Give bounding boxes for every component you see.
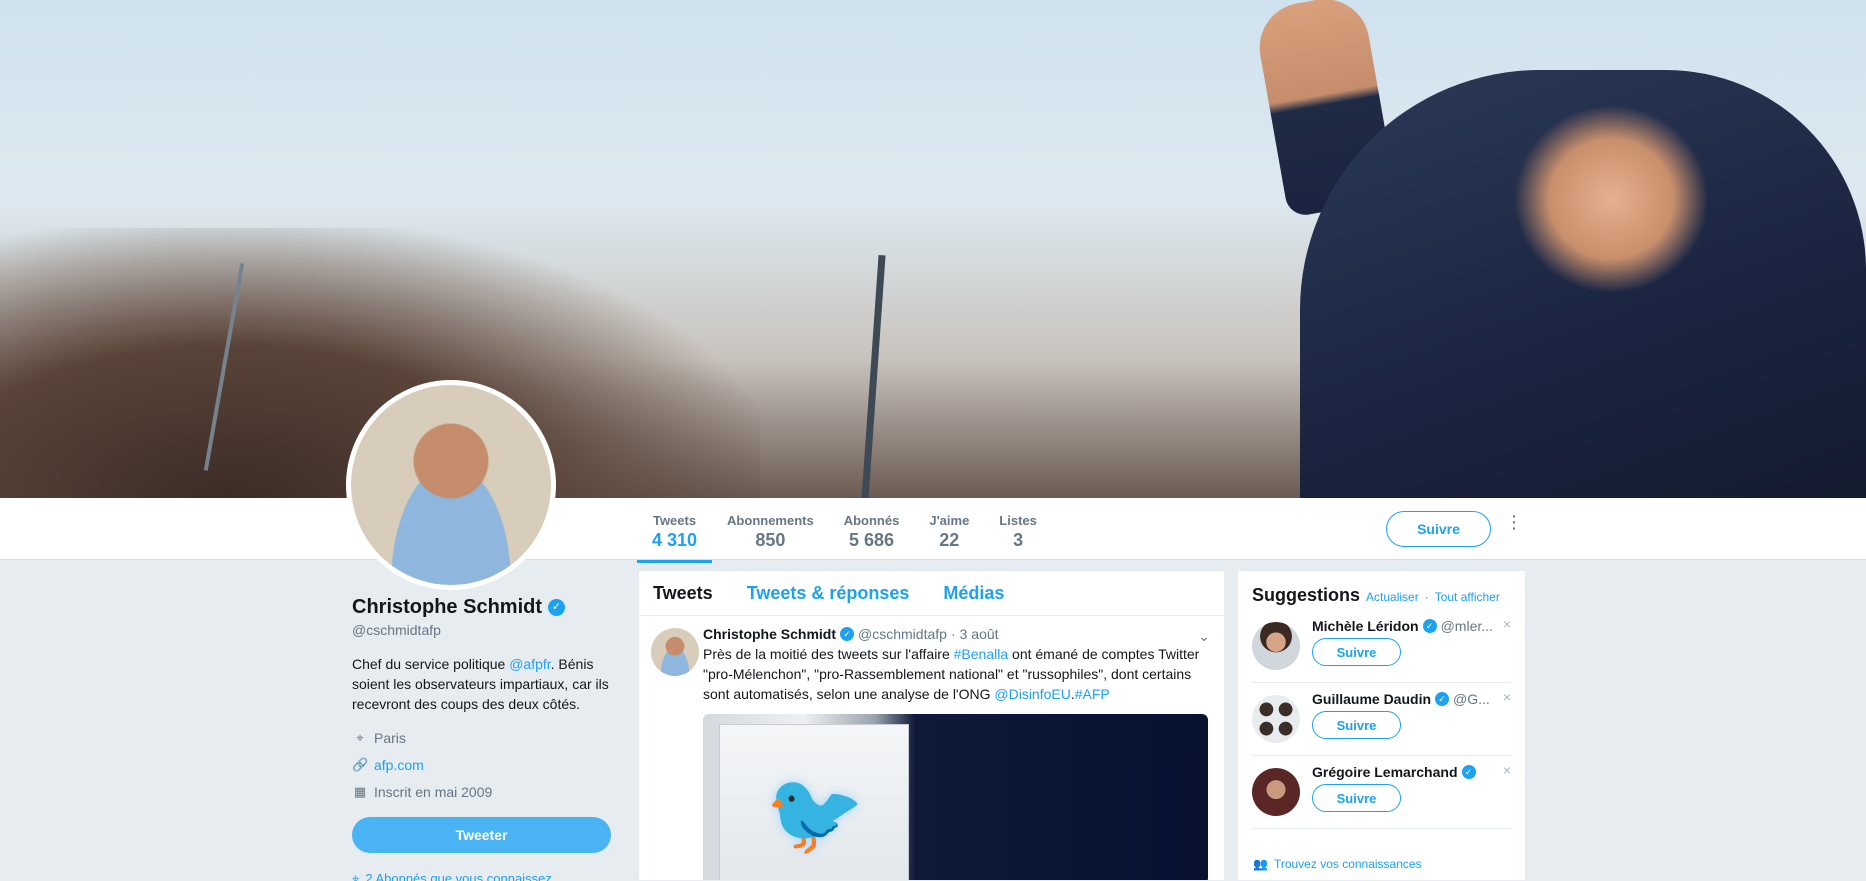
show-all-link[interactable]: Tout afficher <box>1435 590 1500 604</box>
follow-button[interactable]: Suivre <box>1386 511 1491 547</box>
profile-name: Christophe Schmidt <box>352 596 543 618</box>
hashtag-link[interactable]: #AFP <box>1075 686 1110 702</box>
tab-media[interactable]: Médias <box>943 583 1004 603</box>
followers-you-know[interactable]: ⌖ 2 Abonnés que vous connaissez <box>352 871 552 881</box>
verified-icon: ✓ <box>548 599 566 616</box>
close-icon[interactable]: × <box>1503 762 1511 778</box>
tweet-timestamp[interactable]: 3 août <box>960 626 999 642</box>
stat-value: 4 310 <box>652 530 698 550</box>
verified-icon: ✓ <box>1422 619 1437 633</box>
suggestion-avatar[interactable] <box>1252 768 1300 816</box>
suggestion-name[interactable]: Michèle Léridon <box>1312 618 1419 634</box>
profile-card: Christophe Schmidt ✓ @cschmidtafp Chef d… <box>352 596 622 800</box>
refresh-link[interactable]: Actualiser <box>1366 590 1419 604</box>
close-icon[interactable]: × <box>1503 689 1511 705</box>
suggestions-separator: · <box>1424 590 1429 604</box>
profile-bio: Chef du service politique @afpfr. Bénis … <box>352 654 622 714</box>
verified-icon: ✓ <box>1461 765 1476 779</box>
hashtag-link[interactable]: #Benalla <box>954 646 1009 662</box>
stat-value: 3 <box>1013 530 1024 550</box>
people-icon: 👥 <box>1253 857 1268 871</box>
location-icon: ⌖ <box>356 730 364 745</box>
stat-value: 22 <box>939 530 960 550</box>
find-friends-link[interactable]: 👥 Trouvez vos connaissances <box>1253 857 1422 871</box>
tweet-separator: · <box>950 626 956 642</box>
tweet-author-handle: @cschmidtafp <box>858 626 947 642</box>
suggestion-name-row: Grégoire Lemarchand ✓ <box>1312 764 1502 780</box>
suggestion-name[interactable]: Grégoire Lemarchand <box>1312 764 1458 780</box>
tweet-text-part: Près de la moitié des tweets sur l'affai… <box>703 646 954 662</box>
mention-link[interactable]: @DisinfoEU <box>994 686 1070 702</box>
stat-likes[interactable]: J'aime 22 <box>914 513 984 563</box>
suggestion-avatar[interactable] <box>1252 622 1300 670</box>
suggestions-header: Suggestions Actualiser · Tout afficher <box>1238 571 1525 610</box>
find-friends-text: Trouvez vos connaissances <box>1273 857 1422 871</box>
tweet-avatar[interactable] <box>651 628 699 676</box>
suggestion-item: Grégoire Lemarchand ✓ × Suivre <box>1252 756 1511 829</box>
close-icon[interactable]: × <box>1503 616 1511 632</box>
suggestion-name[interactable]: Guillaume Daudin <box>1312 691 1431 707</box>
profile-location: ⌖ Paris <box>352 730 622 746</box>
stat-label: J'aime <box>929 513 970 528</box>
stat-label: Abonnements <box>727 513 814 528</box>
timeline-tabs: Tweets Tweets & réponses Médias <box>639 571 1224 616</box>
tab-tweets[interactable]: Tweets <box>653 583 713 603</box>
suggestions-title: Suggestions <box>1252 585 1361 605</box>
bio-mention-link[interactable]: @afpfr <box>509 656 550 672</box>
follow-button[interactable]: Suivre <box>1312 711 1401 739</box>
profile-website: 🔗 afp.com <box>352 757 622 773</box>
followers-you-know-text: 2 Abonnés que vous connaissez <box>365 871 552 881</box>
tab-tweets-replies[interactable]: Tweets & réponses <box>747 583 910 603</box>
location-text: Paris <box>374 730 406 746</box>
suggestions-panel: Suggestions Actualiser · Tout afficher M… <box>1237 570 1526 881</box>
banner-pole <box>861 255 886 498</box>
profile-avatar[interactable] <box>346 380 556 590</box>
joined-text: Inscrit en mai 2009 <box>374 784 493 800</box>
profile-name-row: Christophe Schmidt ✓ <box>352 596 622 619</box>
profile-handle[interactable]: @cschmidtafp <box>352 622 622 638</box>
tweet[interactable]: Christophe Schmidt ✓ @cschmidtafp · 3 ao… <box>639 616 1224 880</box>
timeline: Tweets Tweets & réponses Médias Christop… <box>638 570 1225 881</box>
link-icon: 🔗 <box>352 757 369 772</box>
stat-value: 5 686 <box>849 530 895 550</box>
profile-stats: Tweets 4 310 Abonnements 850 Abonnés 5 6… <box>637 513 1052 563</box>
banner-person <box>1300 70 1866 498</box>
stat-label: Tweets <box>652 513 697 528</box>
suggestion-item: Guillaume Daudin ✓ @G... × Suivre <box>1252 683 1511 756</box>
bio-text: Chef du service politique <box>352 656 510 672</box>
verified-icon: ✓ <box>1435 692 1450 706</box>
follow-button[interactable]: Suivre <box>1312 638 1401 666</box>
stat-following[interactable]: Abonnements 850 <box>712 513 829 563</box>
more-options-icon[interactable]: ⋮ <box>1505 513 1523 539</box>
stat-followers[interactable]: Abonnés 5 686 <box>829 513 915 563</box>
stat-label: Abonnés <box>843 513 900 528</box>
suggestion-handle: @mler... <box>1440 618 1493 634</box>
profile-banner <box>0 0 1866 498</box>
person-icon: ⌖ <box>352 871 360 881</box>
stat-tweets[interactable]: Tweets 4 310 <box>637 513 713 563</box>
verified-icon: ✓ <box>840 627 855 641</box>
tweet-header: Christophe Schmidt ✓ @cschmidtafp · 3 ao… <box>703 626 1212 642</box>
stat-value: 850 <box>755 530 786 550</box>
suggestion-name-row: Guillaume Daudin ✓ @G... <box>1312 691 1502 707</box>
tweet-text: Près de la moitié des tweets sur l'affai… <box>703 644 1212 704</box>
suggestion-item: Michèle Léridon ✓ @mler... × Suivre <box>1252 610 1511 683</box>
suggestion-name-row: Michèle Léridon ✓ @mler... <box>1312 618 1502 634</box>
website-link[interactable]: afp.com <box>374 757 424 773</box>
stat-label: Listes <box>999 513 1037 528</box>
follow-button[interactable]: Suivre <box>1312 784 1401 812</box>
stat-lists[interactable]: Listes 3 <box>984 513 1052 563</box>
suggestion-avatar[interactable] <box>1252 695 1300 743</box>
calendar-icon: ▦ <box>353 784 367 799</box>
tweet-to-button[interactable]: Tweeter <box>352 817 611 853</box>
tweet-author-name[interactable]: Christophe Schmidt <box>703 626 836 642</box>
twitter-bird-icon: 🐦 <box>765 769 865 858</box>
suggestion-handle: @G... <box>1453 691 1490 707</box>
chevron-down-icon[interactable]: ⌄ <box>1198 628 1210 645</box>
profile-joined: ▦ Inscrit en mai 2009 <box>352 784 622 800</box>
tweet-media-image[interactable]: 🐦 <box>703 714 1208 880</box>
